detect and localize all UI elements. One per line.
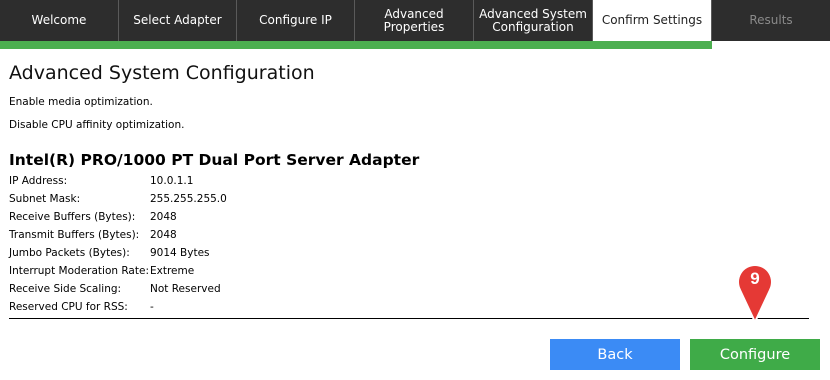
wizard-tab-bar: Welcome Select Adapter Configure IP Adva… [0, 0, 830, 41]
tab-confirm-settings[interactable]: Confirm Settings [593, 0, 712, 41]
tab-configure-ip[interactable]: Configure IP [237, 0, 355, 41]
property-label: Receive Buffers (Bytes): [9, 211, 136, 223]
tab-select-adapter[interactable]: Select Adapter [119, 0, 237, 41]
property-value: 2048 [150, 211, 177, 223]
tab-advanced-system-configuration[interactable]: Advanced System Configuration [474, 0, 593, 41]
tab-advanced-properties[interactable]: Advanced Properties [355, 0, 474, 41]
property-row: Reserved CPU for RSS: - [9, 301, 809, 319]
adapter-name: Intel(R) PRO/1000 PT Dual Port Server Ad… [9, 151, 420, 169]
property-label: Jumbo Packets (Bytes): [9, 247, 130, 259]
property-label: Interrupt Moderation Rate: [9, 265, 149, 277]
page-title: Advanced System Configuration [9, 62, 315, 84]
property-row: Interrupt Moderation Rate: Extreme [9, 265, 809, 283]
configure-button[interactable]: Configure [690, 339, 820, 370]
property-value: 10.0.1.1 [150, 175, 194, 187]
back-button[interactable]: Back [550, 339, 680, 370]
property-label: Reserved CPU for RSS: [9, 301, 128, 313]
property-row: IP Address: 10.0.1.1 [9, 175, 809, 193]
property-value: 255.255.255.0 [150, 193, 227, 205]
property-value: Not Reserved [150, 283, 221, 295]
tab-results: Results [749, 13, 793, 27]
property-row: Subnet Mask: 255.255.255.0 [9, 193, 809, 211]
property-row: Jumbo Packets (Bytes): 9014 Bytes [9, 247, 809, 265]
property-value: 9014 Bytes [150, 247, 210, 259]
property-label: Transmit Buffers (Bytes): [9, 229, 140, 241]
wizard-progress-bar [0, 41, 712, 49]
map-pin-marker-icon: 9 [737, 264, 773, 323]
property-value: - [150, 301, 154, 313]
section-divider [9, 318, 809, 319]
property-row: Receive Buffers (Bytes): 2048 [9, 211, 809, 229]
property-value: 2048 [150, 229, 177, 241]
note-media-optimization: Enable media optimization. [9, 96, 153, 108]
property-label: Receive Side Scaling: [9, 283, 122, 295]
property-label: Subnet Mask: [9, 193, 81, 205]
tab-welcome[interactable]: Welcome [0, 0, 119, 41]
property-row: Transmit Buffers (Bytes): 2048 [9, 229, 809, 247]
property-label: IP Address: [9, 175, 68, 187]
note-cpu-affinity: Disable CPU affinity optimization. [9, 119, 185, 131]
step-number: 9 [750, 269, 759, 288]
property-row: Receive Side Scaling: Not Reserved [9, 283, 809, 301]
property-value: Extreme [150, 265, 195, 277]
